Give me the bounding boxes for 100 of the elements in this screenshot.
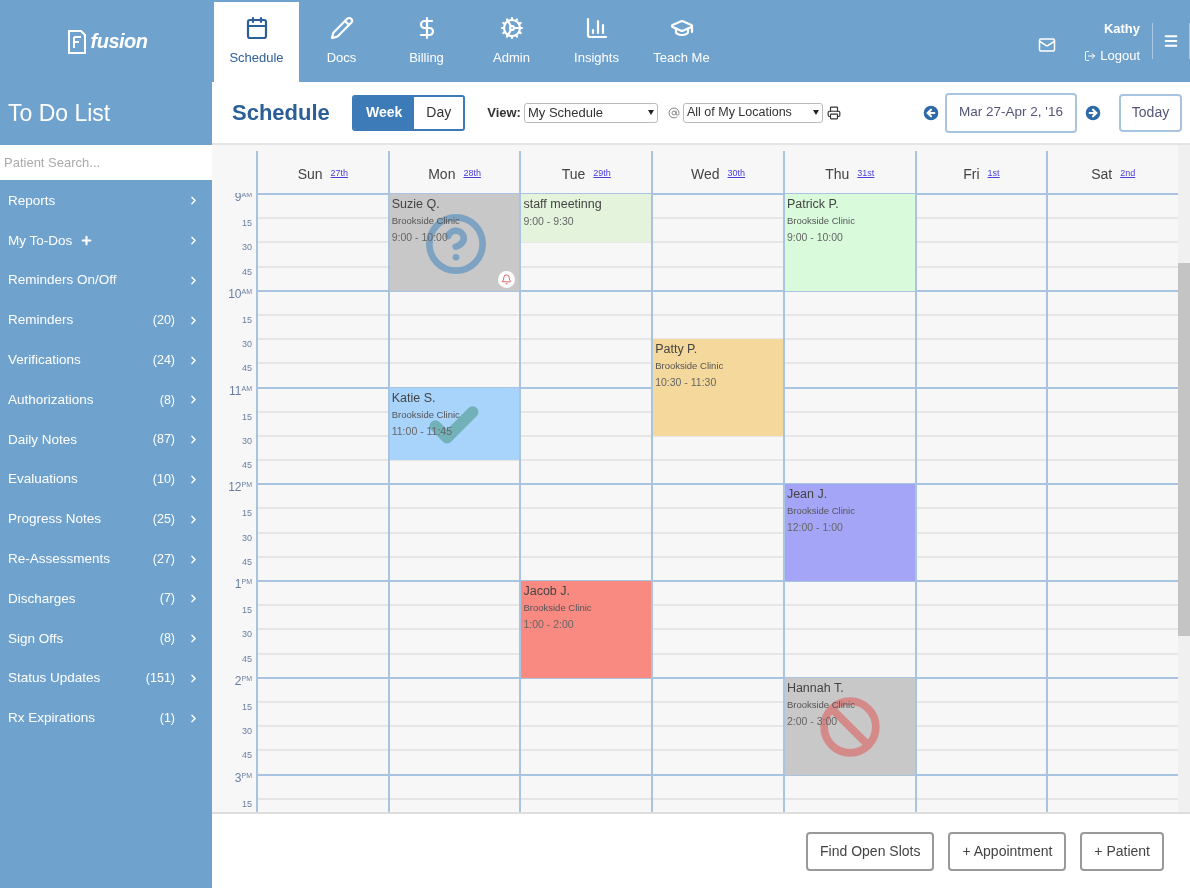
date-link[interactable]: 1st [987, 166, 1000, 180]
appointment-card[interactable]: Jean J. Brookside Clinic 12:00 - 1:00 [784, 484, 915, 582]
date-range-field[interactable]: Mar 27-Apr 2, '16 [945, 92, 1077, 133]
nav-tab[interactable]: Teach Me [639, 2, 724, 82]
nav-tab[interactable]: Schedule [214, 2, 299, 82]
date-link[interactable]: 29th [593, 166, 611, 180]
mail-icon[interactable] [1038, 36, 1057, 54]
location-icon [667, 106, 680, 119]
range-option[interactable]: Week [354, 96, 415, 129]
nav-tab[interactable]: Docs [299, 2, 384, 82]
item-count: (87) [152, 431, 175, 449]
minute-label: 15 [242, 219, 252, 231]
nav-tab[interactable]: Insights [554, 2, 639, 82]
minute-label: 15 [242, 412, 252, 424]
item-count: (20) [152, 311, 175, 329]
item-label: Evaluations [8, 470, 78, 489]
day-name: Sat [1091, 165, 1113, 184]
appointment-card[interactable]: Jacob J. Brookside Clinic 1:00 - 2:00 [521, 581, 652, 678]
date-link[interactable]: 2nd [1120, 166, 1136, 180]
date-link[interactable]: 28th [463, 166, 481, 180]
sidebar-item[interactable]: Sign Offs (8) [0, 618, 212, 659]
sidebar-title: To Do List [8, 99, 111, 129]
appointment-location: Brookside Clinic [786, 698, 856, 712]
item-label: Reports [8, 191, 56, 210]
day-name: Thu [825, 165, 850, 184]
calendar-icon [244, 16, 269, 41]
item-label: Verifications [8, 350, 81, 369]
today-button[interactable]: Today [1119, 93, 1182, 132]
sidebar-item[interactable]: Discharges (7) [0, 578, 212, 619]
appointment-time: 10:30 - 11:30 [655, 375, 718, 391]
item-count: (24) [152, 351, 175, 369]
sidebar-item[interactable]: My To-Dos [0, 220, 212, 261]
appointment-location: Brookside Clinic [523, 601, 593, 616]
scrollbar[interactable] [1178, 145, 1190, 812]
view-select[interactable]: My Schedule [523, 102, 658, 123]
item-label: Reminders [8, 311, 74, 330]
sidebar-item[interactable]: Re-Assessments (27) [0, 539, 212, 579]
footer-button[interactable]: Find Open Slots [806, 831, 935, 871]
minute-label: 45 [242, 751, 252, 763]
item-label: Sign Offs [8, 629, 64, 648]
minute-label: 45 [242, 557, 252, 569]
page-title: Schedule [232, 99, 331, 127]
item-label: My To-Dos [8, 231, 73, 250]
item-label: Status Updates [8, 669, 101, 688]
day-name: Fri [963, 165, 980, 184]
next-icon[interactable] [1083, 102, 1103, 123]
appointment-card[interactable]: Patrick P. Brookside Clinic 9:00 - 10:00 [784, 194, 915, 291]
footer-button[interactable]: + Appointment [948, 831, 1067, 871]
footer-button[interactable]: + Patient [1080, 831, 1164, 871]
user-name: Kathy [1103, 19, 1140, 38]
item-count: (151) [145, 670, 175, 688]
minute-label: 15 [242, 799, 252, 811]
item-label: Re-Assessments [8, 549, 111, 568]
sidebar-item[interactable]: Evaluations (10) [0, 459, 212, 500]
minute-label: 45 [242, 267, 252, 279]
minute-label: 30 [242, 436, 252, 448]
sidebar-item[interactable]: Reminders On/Off [0, 260, 212, 301]
appointment-title: Suzie Q. [391, 196, 441, 213]
previous-icon[interactable] [921, 102, 941, 123]
appointment-title: Patty P. [655, 341, 699, 359]
minute-label: 45 [242, 654, 252, 666]
logout-button[interactable]: Logout [1084, 46, 1140, 66]
sidebar-item[interactable]: Status Updates (151) [0, 658, 212, 699]
date-link[interactable]: 27th [330, 166, 349, 180]
patient-search-field[interactable]: Patient Search... [0, 145, 212, 180]
appointment-location: Brookside Clinic [391, 407, 461, 422]
brand-name: fusion [90, 29, 148, 54]
add-icon[interactable] [80, 234, 94, 248]
sidebar-item[interactable]: Authorizations (8) [0, 380, 212, 420]
item-count: (7) [159, 590, 175, 608]
item-count: (8) [159, 630, 175, 648]
appointment-card[interactable]: Patty P. Brookside Clinic 10:30 - 11:30 [653, 339, 783, 436]
nav-tab[interactable]: Admin [469, 2, 554, 82]
minute-label: 45 [242, 364, 252, 376]
item-label: Daily Notes [8, 430, 78, 449]
day-name: Wed [690, 165, 720, 184]
day-name: Tue [561, 165, 586, 184]
sidebar-item[interactable]: Rx Expirations (1) [0, 698, 212, 739]
item-count: (25) [152, 510, 175, 528]
print-icon[interactable] [826, 105, 841, 120]
sidebar-item[interactable]: Reports [0, 181, 212, 221]
appointment-title: Jacob J. [523, 583, 571, 601]
nav-tab[interactable]: Billing [384, 2, 469, 82]
sidebar-item[interactable]: Progress Notes (25) [0, 499, 212, 540]
date-link[interactable]: 31st [857, 166, 875, 180]
appointment-title: Hannah T. [786, 680, 845, 697]
minute-label: 30 [242, 340, 252, 352]
appointment-time: 1:00 - 2:00 [523, 617, 575, 633]
location-select[interactable]: All of My Locations [682, 102, 823, 123]
menu-icon[interactable] [1163, 33, 1179, 49]
date-link[interactable]: 30th [727, 166, 746, 180]
caret-icon [647, 110, 654, 115]
appointment-time: 12:00 - 1:00 [786, 520, 844, 536]
day-name: Sun [297, 165, 323, 184]
sidebar-item[interactable]: Verifications (24) [0, 340, 212, 380]
caret-icon [812, 110, 819, 115]
sidebar-item[interactable]: Reminders (20) [0, 300, 212, 341]
appointment-card[interactable]: staff meetinng 9:00 - 9:30 [521, 194, 652, 243]
sidebar-item[interactable]: Daily Notes (87) [0, 419, 212, 460]
day-name: Mon [428, 165, 456, 184]
